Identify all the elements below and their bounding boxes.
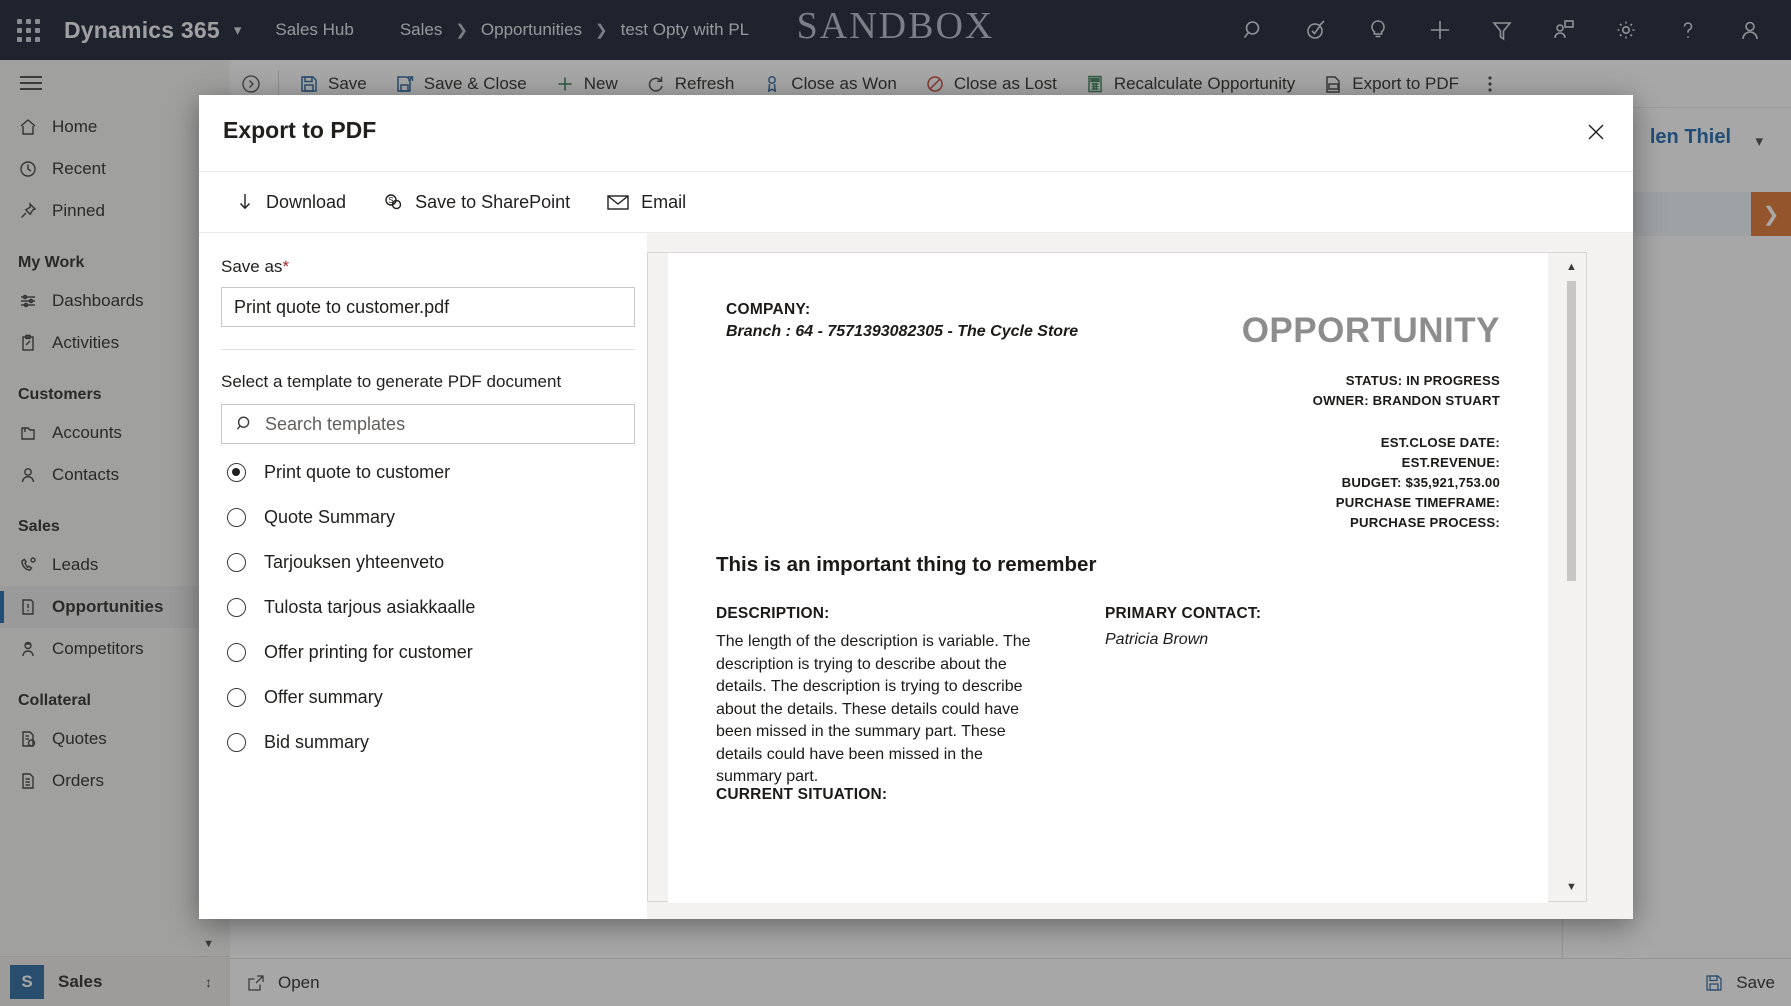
doc-est-close-date-label: EST.CLOSE DATE: [1380, 435, 1500, 450]
save-as-input[interactable] [221, 287, 635, 327]
template-option-offer-summary[interactable]: Offer summary [221, 677, 625, 718]
email-envelope-icon [606, 192, 630, 212]
template-option-bid-summary[interactable]: Bid summary [221, 722, 625, 763]
radio-button-icon[interactable] [227, 463, 246, 482]
template-option-quote-summary[interactable]: Quote Summary [221, 497, 625, 538]
pdf-preview-pane: COMPANY: Branch : 64 - 7571393082305 - T… [647, 233, 1633, 919]
radio-button-icon[interactable] [227, 643, 246, 662]
radio-button-icon[interactable] [227, 733, 246, 752]
template-option-label: Tulosta tarjous asiakkaalle [264, 597, 476, 617]
doc-current-situation-label: CURRENT SITUATION: [716, 786, 888, 803]
action-label: Save to SharePoint [415, 191, 571, 212]
pdf-document-page: COMPANY: Branch : 64 - 7571393082305 - T… [668, 253, 1548, 903]
dialog-body: Save as* Select a template to generate P… [199, 233, 1633, 919]
email-button[interactable]: Email [588, 171, 704, 233]
pane-divider [221, 349, 635, 350]
template-option-label: Offer summary [264, 687, 383, 707]
template-option-tulosta-tarjous-asiakkaalle[interactable]: Tulosta tarjous asiakkaalle [221, 587, 625, 628]
action-label: Email [641, 191, 687, 212]
download-icon [235, 191, 255, 213]
doc-primary-contact-value: Patricia Brown [1105, 631, 1209, 648]
close-icon[interactable] [1575, 111, 1617, 153]
template-option-label: Quote Summary [264, 507, 396, 527]
action-label: Download [266, 191, 347, 212]
template-option-label: Print quote to customer [264, 462, 451, 482]
doc-status-block: STATUS: IN PROGRESS OWNER: BRANDON STUAR… [1313, 371, 1500, 411]
doc-purchase-timeframe-label: PURCHASE TIMEFRAME: [1335, 495, 1500, 510]
doc-type-heading: OPPORTUNITY [1241, 311, 1500, 350]
template-option-label: Tarjouksen yhteenveto [264, 552, 445, 572]
dialog-left-pane: Save as* Select a template to generate P… [199, 233, 647, 919]
radio-button-icon[interactable] [227, 508, 246, 527]
radio-button-icon[interactable] [227, 598, 246, 617]
doc-budget-line: BUDGET: $35,921,753.00 [1336, 473, 1500, 493]
doc-company-value: Branch : 64 - 7571393082305 - The Cycle … [726, 323, 1079, 340]
sharepoint-icon: S [382, 191, 404, 213]
radio-button-icon[interactable] [227, 688, 246, 707]
template-option-label: Offer printing for customer [264, 642, 473, 662]
doc-owner-value: BRANDON STUART [1372, 393, 1500, 408]
search-templates-input[interactable] [265, 413, 605, 435]
doc-owner-label: OWNER: [1312, 393, 1369, 408]
template-option-tarjouksen-yhteenveto[interactable]: Tarjouksen yhteenveto [221, 542, 625, 583]
doc-status-label: STATUS: [1345, 373, 1403, 388]
template-section-label: Select a template to generate PDF docume… [221, 372, 562, 391]
required-marker: * [282, 257, 290, 276]
search-icon [235, 414, 255, 434]
doc-financial-block: EST.CLOSE DATE: EST.REVENUE: BUDGET: $35… [1336, 433, 1500, 533]
doc-main-heading: This is an important thing to remember [716, 553, 1097, 576]
svg-text:S: S [388, 196, 393, 205]
export-to-pdf-dialog: Export to PDF Download S Save to SharePo… [199, 95, 1633, 919]
scroll-up-arrow-icon[interactable]: ▲ [1565, 259, 1578, 275]
template-option-label: Bid summary [264, 732, 370, 752]
doc-est-revenue-label: EST.REVENUE: [1401, 455, 1500, 470]
doc-status-line: STATUS: IN PROGRESS [1313, 371, 1500, 391]
template-radio-group: Print quote to customer Quote Summary Ta… [221, 452, 625, 763]
doc-primary-contact-label: PRIMARY CONTACT: [1105, 605, 1262, 622]
save-as-label: Save as* [221, 257, 625, 277]
dialog-action-bar: Download S Save to SharePoint Email [199, 171, 1633, 233]
doc-budget-value: $35,921,753.00 [1405, 475, 1500, 490]
doc-status-value: IN PROGRESS [1406, 373, 1500, 388]
template-option-offer-printing-for-customer[interactable]: Offer printing for customer [221, 632, 625, 673]
doc-description-value: The length of the description is variabl… [716, 633, 1031, 785]
save-to-sharepoint-button[interactable]: S Save to SharePoint [364, 171, 588, 233]
scroll-down-arrow-icon[interactable]: ▼ [1565, 879, 1578, 895]
pdf-preview-scrollbar[interactable]: ▲ ▼ [1564, 259, 1578, 895]
template-search-box[interactable] [221, 404, 635, 444]
save-as-label-text: Save as [221, 257, 283, 276]
doc-budget-label: BUDGET: [1341, 475, 1402, 490]
doc-company-label: COMPANY: [726, 301, 811, 318]
pdf-document-content: COMPANY: Branch : 64 - 7571393082305 - T… [668, 253, 1548, 903]
scrollbar-thumb[interactable] [1567, 281, 1576, 581]
template-option-print-quote-to-customer[interactable]: Print quote to customer [221, 452, 625, 493]
doc-description-label: DESCRIPTION: [716, 605, 830, 622]
pdf-preview-frame: COMPANY: Branch : 64 - 7571393082305 - T… [647, 252, 1587, 903]
doc-purchase-process-label: PURCHASE PROCESS: [1350, 515, 1500, 530]
radio-button-icon[interactable] [227, 553, 246, 572]
dialog-title: Export to PDF [223, 117, 377, 143]
doc-owner-line: OWNER: BRANDON STUART [1313, 391, 1500, 411]
download-button[interactable]: Download [217, 171, 364, 233]
